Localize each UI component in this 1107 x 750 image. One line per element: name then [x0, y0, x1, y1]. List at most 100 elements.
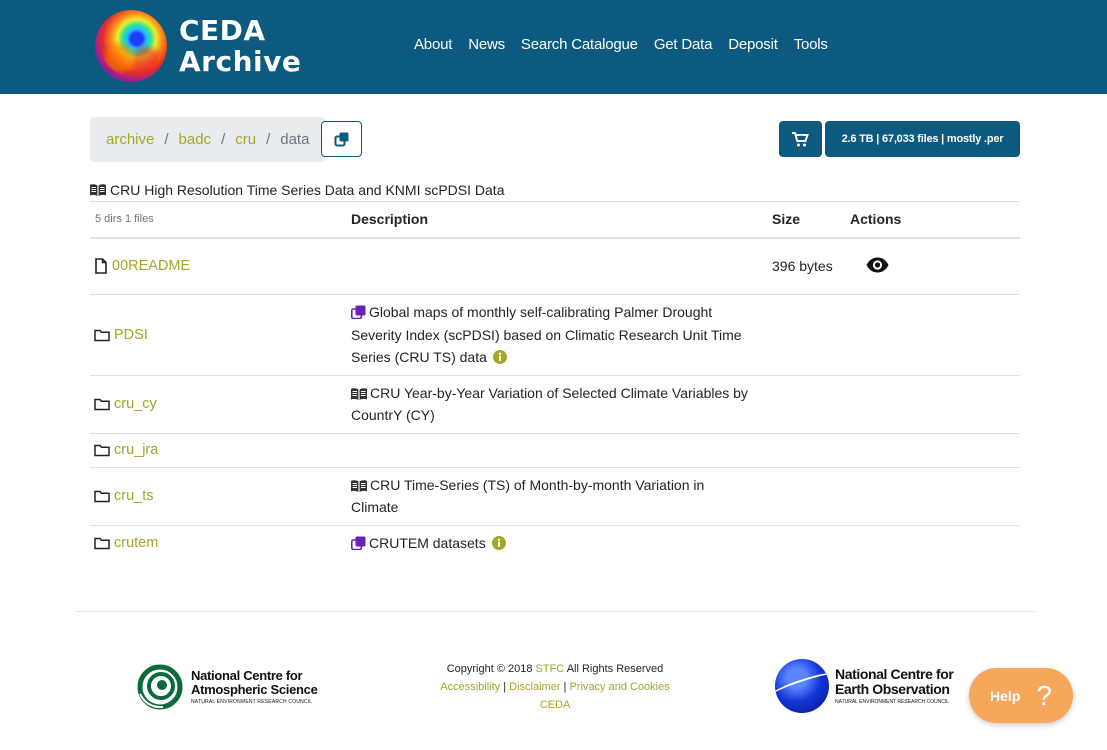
- dir-name-cell: cru_ts: [94, 488, 345, 504]
- add-to-cart-button[interactable]: [779, 121, 822, 157]
- copyright-prefix: Copyright © 2018: [446, 663, 533, 675]
- main-nav: About News Search Catalogue Get Data Dep…: [414, 36, 844, 53]
- help-label: Help: [990, 687, 1021, 704]
- breadcrumb-current: data: [280, 131, 310, 148]
- file-icon: [95, 258, 107, 275]
- description-cell: CRU Year-by-Year Variation of Selected C…: [345, 374, 766, 433]
- ceda-logo[interactable]: CEDA Archive: [95, 10, 301, 82]
- folder-icon: [94, 490, 110, 503]
- size-cell: [766, 466, 850, 525]
- collection-icon: [351, 305, 366, 319]
- breadcrumb: archive / badc / cru / data: [90, 117, 326, 162]
- header-size: Size: [766, 201, 850, 239]
- description-cell: [345, 237, 766, 295]
- dir-name-cell: cru_cy: [94, 396, 345, 412]
- actions-cell: [850, 432, 1020, 467]
- nceo-logo[interactable]: National Centre for Earth Observation NA…: [775, 659, 954, 713]
- nav-tools[interactable]: Tools: [794, 36, 828, 53]
- logo-text: CEDA Archive: [179, 15, 301, 77]
- view-file-button[interactable]: [866, 257, 889, 276]
- description-text: CRU Year-by-Year Variation of Selected C…: [351, 384, 748, 424]
- question-mark-icon: ?: [1036, 679, 1052, 711]
- ncas-logo[interactable]: National Centre for Atmospheric Science …: [137, 664, 318, 710]
- size-cell: [766, 294, 850, 375]
- book-icon: [351, 479, 367, 492]
- copy-path-button[interactable]: [321, 121, 362, 157]
- info-icon[interactable]: [491, 535, 506, 550]
- link-separator: |: [563, 681, 567, 693]
- breadcrumb-badc[interactable]: badc: [179, 131, 212, 148]
- dir-name-cell: PDSI: [94, 327, 345, 343]
- ozone-globe-icon: [95, 10, 167, 82]
- actions-cell: [850, 466, 1020, 525]
- site-header: CEDA Archive About News Search Catalogue…: [0, 0, 1107, 94]
- dataset-title: CRU High Resolution Time Series Data and…: [90, 182, 504, 198]
- footer-copyright: Copyright © 2018 STFC All Rights Reserve…: [420, 660, 690, 714]
- size-cell: [766, 432, 850, 467]
- actions-cell: [850, 237, 1020, 295]
- directory-summary-button[interactable]: 2.6 TB | 67,033 files | mostly .per: [825, 121, 1020, 157]
- breadcrumb-archive[interactable]: archive: [106, 131, 154, 148]
- privacy-cookies-link[interactable]: Privacy and Cookies: [569, 681, 669, 693]
- actions-cell: [850, 294, 1020, 375]
- disclaimer-link[interactable]: Disclaimer: [509, 681, 560, 693]
- nav-news[interactable]: News: [468, 36, 505, 53]
- description-text: CRUTEM datasets: [369, 534, 486, 551]
- file-link-00readme[interactable]: 00README: [112, 258, 190, 274]
- dir-link-pdsi[interactable]: PDSI: [114, 327, 148, 343]
- accessibility-link[interactable]: Accessibility: [440, 681, 500, 693]
- size-cell: 396 bytes: [766, 237, 850, 295]
- table-row: cru_ts CRU Time-Series (TS) of Month-by-…: [90, 466, 1020, 525]
- description-text: CRU Time-Series (TS) of Month-by-month V…: [351, 476, 705, 516]
- copy-icon: [334, 132, 348, 147]
- description-cell: Global maps of monthly self-calibrating …: [345, 294, 766, 375]
- table-row: cru_jra: [90, 432, 1020, 467]
- table-row: PDSI Global maps of monthly self-calibra…: [90, 294, 1020, 375]
- dir-file-counts: 5 dirs 1 files: [90, 201, 345, 239]
- nceo-line-2: Earth Observation: [835, 681, 950, 697]
- nceo-line-3: NATURAL ENVIRONMENT RESEARCH COUNCIL: [835, 699, 950, 705]
- ncas-text: National Centre for Atmospheric Science …: [191, 669, 318, 706]
- collection-icon: [351, 536, 366, 550]
- file-name-cell: 00README: [94, 258, 345, 274]
- nav-about[interactable]: About: [414, 36, 452, 53]
- nav-get-data[interactable]: Get Data: [654, 36, 713, 53]
- header-description: Description: [345, 201, 766, 239]
- logo-line-2: Archive: [179, 45, 302, 78]
- nceo-line-1: National Centre for: [835, 666, 954, 682]
- nav-search-catalogue[interactable]: Search Catalogue: [521, 36, 638, 53]
- folder-icon: [94, 444, 110, 457]
- breadcrumb-separator: /: [221, 131, 226, 148]
- directory-listing-table: 5 dirs 1 files Description Size Actions …: [90, 201, 1020, 560]
- description-text: Global maps of monthly self-calibrating …: [351, 304, 742, 365]
- eye-icon: [866, 257, 889, 273]
- stfc-link[interactable]: STFC: [536, 663, 565, 675]
- ncas-swirl-icon: [137, 664, 183, 710]
- nceo-globe-icon: [775, 659, 829, 713]
- actions-cell: [850, 524, 1020, 560]
- breadcrumb-separator: /: [266, 131, 271, 148]
- ceda-link[interactable]: CEDA: [540, 699, 571, 711]
- help-button[interactable]: Help ?: [969, 668, 1073, 723]
- dir-link-cru-jra[interactable]: cru_jra: [114, 442, 158, 458]
- nav-deposit[interactable]: Deposit: [728, 36, 778, 53]
- info-icon[interactable]: [492, 350, 507, 364]
- dataset-title-text: CRU High Resolution Time Series Data and…: [110, 182, 505, 198]
- size-cell: [766, 524, 850, 560]
- folder-icon: [94, 537, 110, 549]
- footer-divider: [76, 611, 1035, 612]
- dir-link-cru-ts[interactable]: cru_ts: [114, 488, 154, 504]
- header-actions: Actions: [850, 201, 1020, 239]
- copyright-suffix: All Rights Reserved: [566, 663, 664, 675]
- ncas-line-2: Atmospheric Science: [191, 682, 318, 697]
- dir-link-cru-cy[interactable]: cru_cy: [114, 396, 157, 412]
- description-cell: CRUTEM datasets: [345, 524, 766, 560]
- dir-link-crutem[interactable]: crutem: [114, 535, 158, 551]
- folder-icon: [94, 329, 110, 341]
- folder-icon: [94, 398, 110, 411]
- breadcrumb-cru[interactable]: cru: [235, 131, 256, 148]
- book-icon: [90, 184, 106, 196]
- description-cell: CRU Time-Series (TS) of Month-by-month V…: [345, 466, 766, 525]
- size-cell: [766, 374, 850, 433]
- ncas-line-3: NATURAL ENVIRONMENT RESEARCH COUNCIL: [191, 699, 313, 705]
